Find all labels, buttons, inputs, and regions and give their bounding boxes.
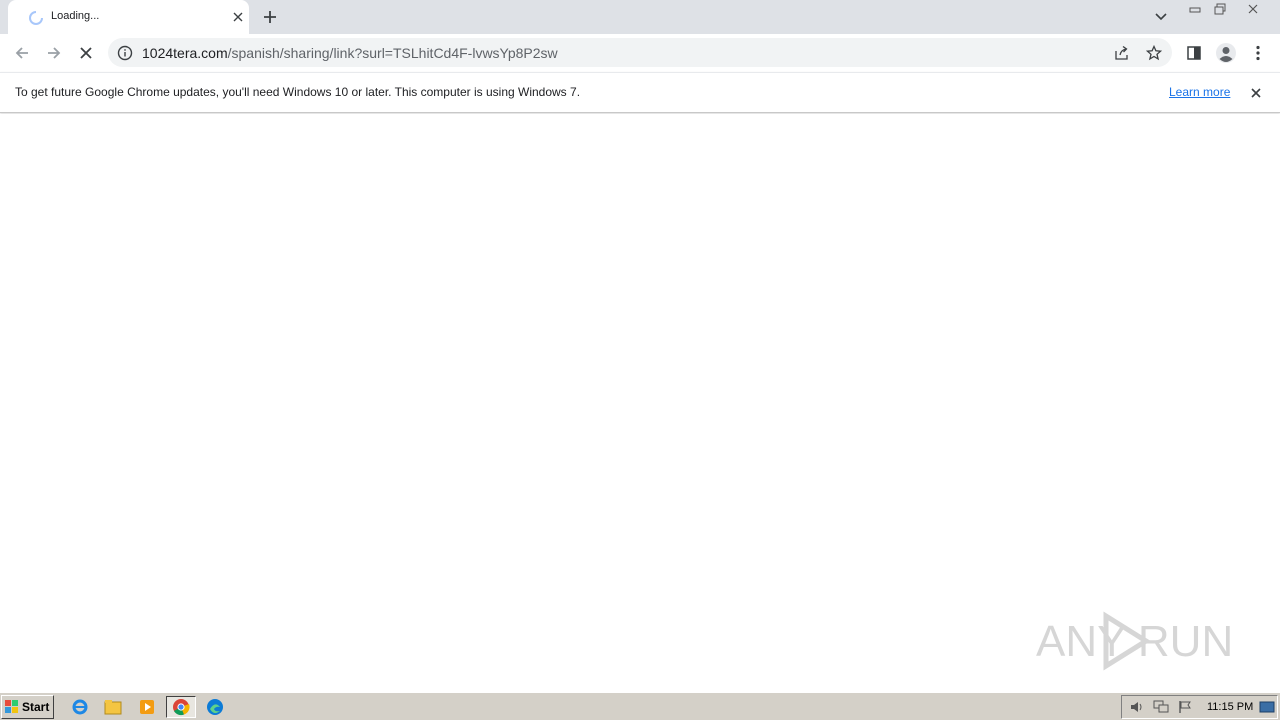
minimize-window-button[interactable] — [1183, 0, 1207, 18]
media-player-icon[interactable] — [136, 696, 158, 718]
url-path: /spanish/sharing/link?surl=TSLhitCd4F-lv… — [227, 45, 558, 61]
system-tray: 11:15 PM — [1121, 695, 1278, 719]
side-panel-icon[interactable] — [1180, 39, 1208, 67]
taskbar-clock[interactable]: 11:15 PM — [1207, 701, 1253, 713]
start-label: Start — [22, 700, 50, 714]
tab-strip: Loading... — [0, 0, 1280, 34]
browser-toolbar: 1024tera.com/spanish/sharing/link?surl=T… — [0, 34, 1280, 72]
update-infobar: To get future Google Chrome updates, you… — [0, 72, 1280, 113]
chrome-taskbar-icon[interactable] — [166, 696, 196, 718]
forward-arrow-icon[interactable] — [40, 39, 68, 67]
share-icon[interactable] — [1112, 43, 1132, 63]
start-button[interactable]: Start — [1, 695, 54, 719]
action-center-flag-icon[interactable] — [1176, 699, 1194, 715]
tab-close-icon[interactable] — [229, 8, 247, 26]
tab-active[interactable]: Loading... — [8, 0, 249, 34]
edge-icon[interactable] — [204, 696, 226, 718]
restore-window-button[interactable] — [1208, 0, 1232, 18]
volume-icon[interactable] — [1128, 699, 1146, 715]
watermark-text: ANY RUN — [1036, 617, 1233, 666]
url-host: 1024tera.com — [142, 45, 228, 61]
page-content: ANY RUN — [0, 114, 1280, 692]
learn-more-link[interactable]: Learn more — [1169, 85, 1230, 99]
new-tab-button[interactable] — [258, 5, 282, 29]
anyrun-watermark-logo: ANY RUN — [1036, 611, 1233, 671]
stop-loading-icon[interactable] — [72, 39, 100, 67]
profile-avatar-icon[interactable] — [1212, 39, 1240, 67]
bookmark-star-icon[interactable] — [1144, 43, 1164, 63]
infobar-close-icon[interactable] — [1246, 83, 1266, 103]
site-info-icon[interactable] — [116, 44, 134, 62]
menu-kebab-icon[interactable] — [1244, 39, 1272, 67]
internet-explorer-icon[interactable] — [69, 696, 91, 718]
tab-title: Loading... — [51, 10, 100, 22]
infobar-message: To get future Google Chrome updates, you… — [15, 85, 581, 99]
url-text[interactable]: 1024tera.com/spanish/sharing/link?surl=T… — [142, 45, 558, 61]
tab-search-chevron-icon[interactable] — [1150, 6, 1172, 28]
show-desktop-icon[interactable] — [1258, 699, 1276, 715]
address-bar[interactable]: 1024tera.com/spanish/sharing/link?surl=T… — [108, 38, 1172, 67]
back-arrow-icon[interactable] — [8, 39, 36, 67]
file-explorer-icon[interactable] — [102, 696, 124, 718]
network-icon[interactable] — [1152, 699, 1170, 715]
close-window-button[interactable] — [1233, 0, 1273, 18]
loading-spinner-icon — [28, 10, 44, 26]
windows-logo-icon — [5, 700, 18, 713]
windows-taskbar: Start 11:15 PM — [0, 692, 1280, 720]
